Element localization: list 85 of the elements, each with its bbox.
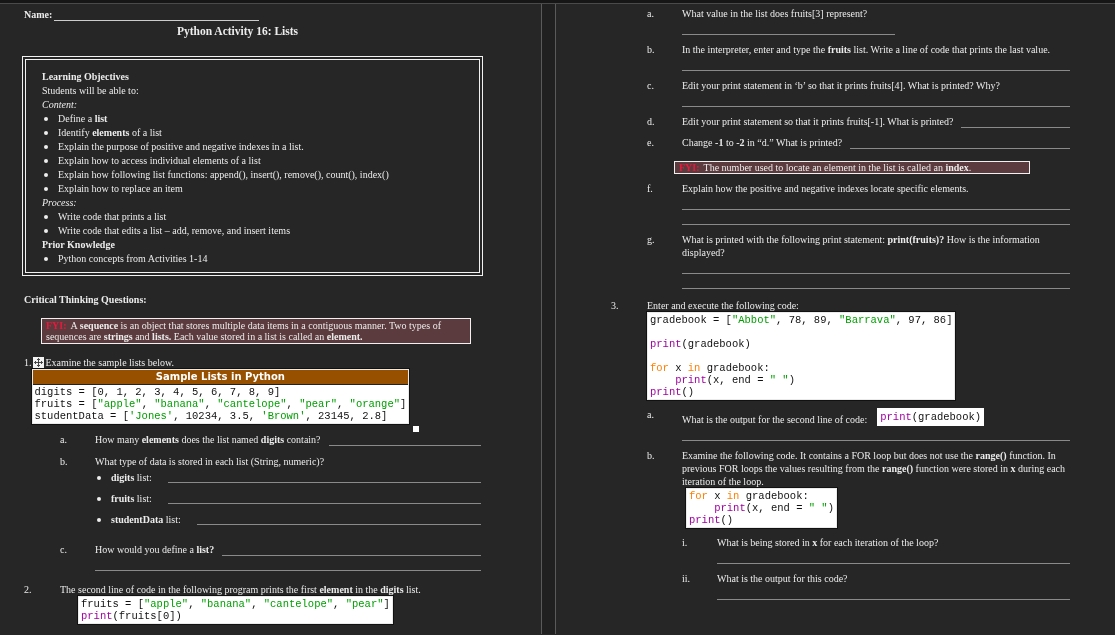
bullet-icon (97, 496, 101, 501)
code-line: print(gradebook) (650, 338, 752, 350)
bullet-icon (44, 145, 48, 149)
item-letter: i. (682, 536, 689, 550)
item-letter: f. (647, 182, 654, 196)
objective-item: Identify elements of a list (58, 126, 162, 140)
item-letter: g. (647, 233, 656, 247)
question-text: Edit your print statement so that it prints fruits[-1]. What is printed? (682, 115, 954, 128)
fyi-note: FYI: The number used to locate an element in the list is called an index. (674, 161, 1030, 174)
objectives-text: Students will be able to: (42, 84, 140, 98)
code-line: print(x, end = " ") (713, 502, 834, 514)
question-text: What is being stored in x for each iteration of the loop? (717, 536, 939, 549)
bullet-icon (44, 117, 48, 121)
item-letter: c. (60, 543, 68, 557)
section-label: Content: (42, 98, 78, 112)
item-letter: c. (647, 79, 655, 93)
bullet-icon (44, 173, 48, 177)
code-line: for x in gradebook: (650, 362, 771, 374)
objective-item: Write code that edits a list – add, remove, and insert items (58, 224, 291, 238)
item-letter: b. (647, 449, 656, 463)
code-line: gradebook = ["Abbot", 78, 89, "Barrava", 97, 86] (650, 314, 953, 326)
name-label: Name: (24, 8, 53, 21)
item-letter: b. (60, 455, 69, 469)
code-line: print(fruits[0]) (81, 610, 183, 622)
table-header: Sample Lists in Python (32, 370, 409, 385)
code-line: studentData = ['Jones', 10234, 3.5, 'Brown', 23145, 2.8] (34, 410, 389, 422)
code-line: fruits = ["apple", "banana", "cantelope", "pear", "orange"] (34, 398, 407, 410)
fyi-note: FYI: A sequence is an object that stores multiple data items in a contiguous manner. Two types of sequences are strings and lists. Each value stored in a list is called an element. (41, 318, 471, 344)
bullet-icon (44, 257, 48, 261)
question-text: What is printed with the following print statement: print(fruits)? How is the information displayed? (682, 233, 1041, 259)
item-letter: a. (647, 7, 655, 21)
question-text: Edit your print statement in ‘b’ so that it prints fruits[4]. What is printed? Why? (682, 79, 1000, 92)
code-line: fruits = ["apple", "banana", "cantelope", "pear"] (81, 598, 390, 610)
question-text: Explain how the positive and negative indexes locate specific elements. (682, 182, 969, 195)
section-heading: Learning Objectives (42, 70, 130, 84)
bullet-icon (97, 475, 101, 480)
item-letter: a. (60, 433, 68, 446)
bullet-icon (97, 517, 101, 522)
document-title: Python Activity 16: Lists (175, 25, 300, 38)
question-text: The second line of code in the following program prints the first element in the digits list. (60, 583, 421, 596)
item-letter: d. (647, 115, 656, 128)
objective-item: Explain how following list functions: append(), insert(), remove(), count(), index() (58, 168, 389, 182)
code-line: print() (650, 386, 696, 398)
section-heading: Critical Thinking Questions: (24, 293, 148, 306)
code-line: for x in gradebook: (689, 490, 810, 502)
move-handle-icon[interactable] (32, 357, 44, 368)
code-line: print(x, end = " ") (674, 374, 796, 386)
code-line: print() (689, 514, 735, 526)
code-line: digits = [0, 1, 2, 3, 4, 5, 6, 7, 8, 9] (34, 386, 282, 398)
bullet-icon (44, 131, 48, 135)
objective-item: Python concepts from Activities 1-14 (58, 252, 208, 266)
section-heading: Prior Knowledge (42, 238, 116, 252)
list-label: fruits list: (111, 492, 152, 505)
objective-item: Define a list (58, 112, 108, 126)
question-text: Enter and execute the following code: (647, 299, 799, 312)
objective-item: Explain the purpose of positive and negative indexes in a list. (58, 140, 304, 154)
bullet-icon (44, 187, 48, 191)
question-number: 1. (24, 356, 32, 370)
question-text: What type of data is stored in each list (String, numeric)? (95, 455, 325, 468)
question-number: 2. (24, 583, 33, 597)
item-letter: a. (647, 408, 655, 422)
item-letter: b. (647, 43, 656, 57)
resize-handle-icon[interactable] (413, 426, 420, 432)
bullet-icon (44, 229, 48, 233)
item-letter: e. (647, 136, 655, 149)
code-snippet: print(gradebook) (877, 408, 985, 426)
question-text: Examine the sample lists below. (45, 356, 174, 369)
question-number: 3. (611, 299, 620, 313)
question-text: Examine the following code. It contains a FOR loop but does not use the range() function. In previous FOR loops the values resulting from the range() function were stored in x during each iteration of the loop. (682, 449, 1066, 488)
objective-item: Write code that prints a list (58, 210, 167, 224)
question-text: What is the output for the second line of code: (682, 413, 868, 426)
question-text: In the interpreter, enter and type the fruits list. Write a line of code that prints the last value. (682, 43, 1051, 56)
list-label: digits list: (111, 471, 152, 484)
question-text: What value in the list does fruits[3] represent? (682, 7, 868, 20)
list-label: studentData list: (111, 513, 181, 526)
question-text: Change -1 to -2 in “d.” What is printed? (682, 136, 843, 149)
question-text: How would you define a list? (95, 543, 215, 556)
question-text: What is the output for this code? (717, 572, 848, 585)
bullet-icon (44, 159, 48, 163)
bullet-icon (44, 215, 48, 219)
question-text: How many elements does the list named digits contain? (95, 433, 321, 446)
item-letter: ii. (682, 572, 692, 586)
objective-item: Explain how to replace an item (58, 182, 183, 196)
objective-item: Explain how to access individual elements of a list (58, 154, 261, 168)
section-label: Process: (42, 196, 78, 210)
